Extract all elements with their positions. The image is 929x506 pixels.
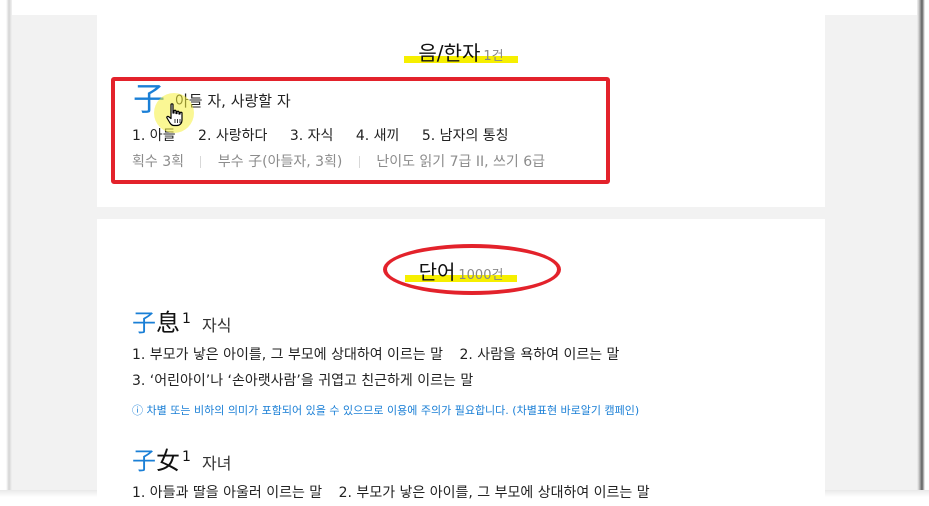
word-entry: 子女 1 자녀 1. 아들과 딸을 아울러 이르는 말 2. 부모가 낳은 아이를… xyxy=(132,441,662,499)
word-headword[interactable]: 子息 1 자식 xyxy=(132,303,639,338)
word-char-2: 息 xyxy=(156,309,180,337)
frame-top-edge xyxy=(0,0,929,15)
hanja-section-heading: 음/한자 1건 xyxy=(97,37,825,66)
word-reading: 자식 xyxy=(202,316,232,335)
hand-pointer-icon xyxy=(166,103,183,127)
frame-left-edge xyxy=(0,0,12,506)
word-entry: 子息 1 자식 1. 부모가 낳은 아이를, 그 부모에 상대하여 이르는 말 2… xyxy=(132,303,639,418)
frame-right-edge xyxy=(917,0,929,506)
hanja-section-title: 음/한자 xyxy=(418,41,481,65)
word-homograph-number: 1 xyxy=(182,449,191,465)
word-definition: 2. 부모가 낳은 아이를, 그 부모에 상대하여 이르는 말 xyxy=(338,485,650,499)
word-reading: 자녀 xyxy=(202,454,232,473)
heading-highlight: 음/한자 1건 xyxy=(404,37,518,66)
usage-caution-notice[interactable]: ⓘ 차별 또는 비하의 의미가 포함되어 있을 수 있으므로 이용에 주의가 필… xyxy=(132,402,639,418)
word-definition: 1. 아들과 딸을 아울러 이르는 말 xyxy=(132,485,323,499)
hanja-section-count: 1건 xyxy=(483,49,504,64)
word-definition: 2. 사람을 욕하여 이르는 말 xyxy=(459,347,620,363)
word-definition-line: 3. ‘어린아이’나 ‘손아랫사람’을 귀엽고 친근하게 이르는 말 xyxy=(132,370,639,390)
word-homograph-number: 1 xyxy=(182,311,191,327)
word-headword[interactable]: 子女 1 자녀 xyxy=(132,441,662,476)
word-definition: 3. ‘어린아이’나 ‘손아랫사람’을 귀엽고 친근하게 이르는 말 xyxy=(132,373,474,389)
word-section-title: 단어 xyxy=(418,260,456,284)
word-definition-line: 1. 아들과 딸을 아울러 이르는 말 2. 부모가 낳은 아이를, 그 부모에… xyxy=(132,482,662,499)
annotation-red-box xyxy=(111,77,610,184)
word-char-1: 子 xyxy=(132,447,156,475)
word-section-count: 1000건 xyxy=(458,268,504,283)
word-definition-line: 1. 부모가 낳은 아이를, 그 부모에 상대하여 이르는 말 2. 사람을 욕… xyxy=(132,344,639,364)
word-char-2: 女 xyxy=(156,447,180,475)
word-definition: 1. 부모가 낳은 아이를, 그 부모에 상대하여 이르는 말 xyxy=(132,347,444,363)
word-char-1: 子 xyxy=(132,309,156,337)
